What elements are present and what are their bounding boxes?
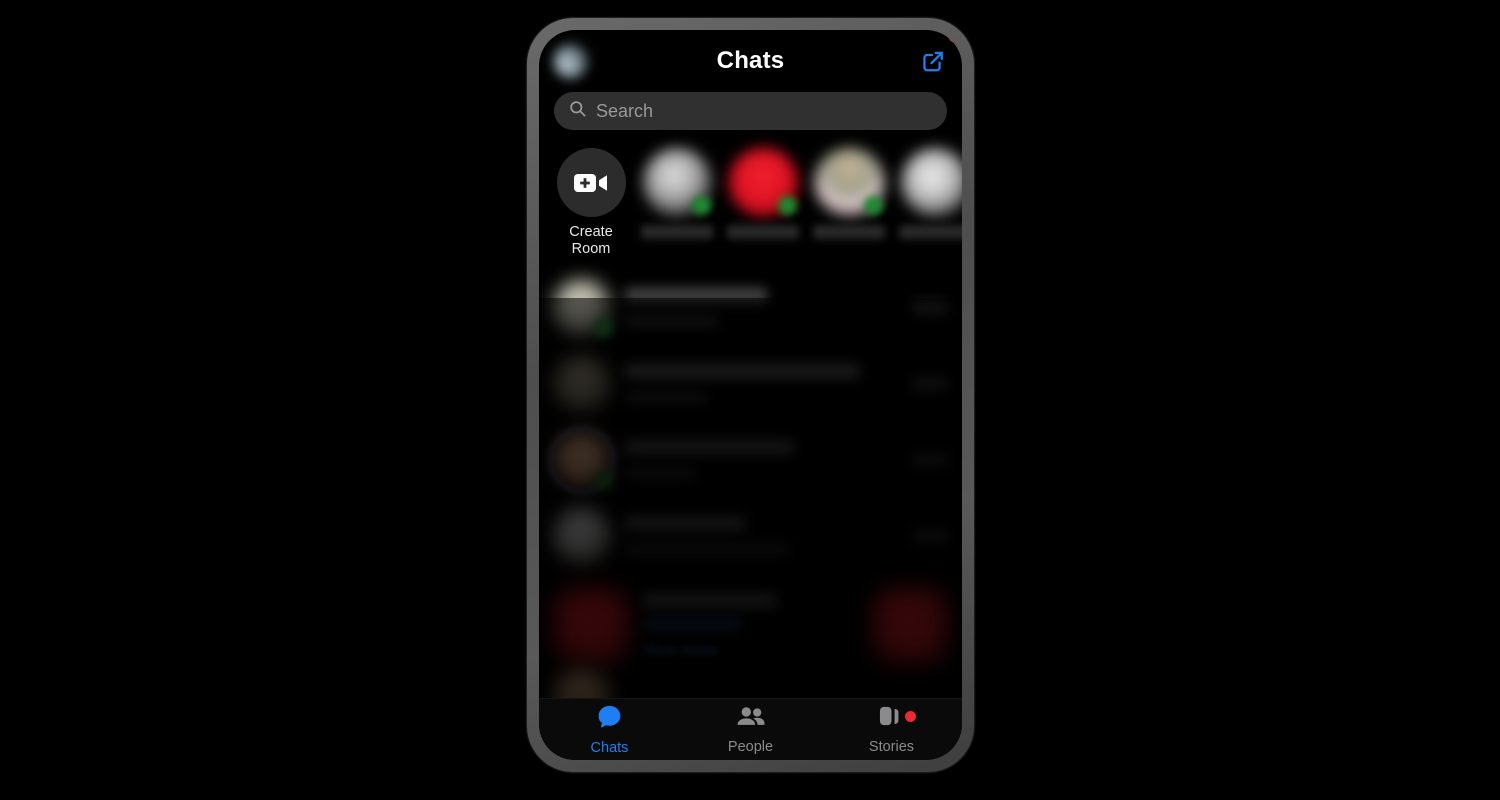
compose-icon[interactable] bbox=[916, 45, 948, 77]
chat-snippet bbox=[625, 391, 707, 405]
avatar bbox=[553, 507, 611, 566]
rooms-row[interactable]: Create Room bbox=[539, 130, 962, 264]
tab-stories[interactable]: Stories bbox=[821, 704, 962, 755]
contact-name bbox=[813, 225, 885, 239]
status-badge bbox=[905, 711, 916, 722]
promo-subtitle bbox=[643, 618, 742, 631]
avatar bbox=[553, 355, 611, 414]
tab-label: People bbox=[727, 738, 774, 755]
phone-screen: Chats Search Create Room View more Chats… bbox=[539, 30, 962, 760]
promo-thumbnail bbox=[553, 588, 629, 665]
tab-label: Chats bbox=[590, 740, 629, 756]
chat-name bbox=[625, 364, 860, 380]
online-indicator bbox=[863, 196, 883, 215]
tab-bar: Chats People Stories bbox=[539, 698, 962, 760]
page-title: Chats bbox=[716, 47, 785, 74]
stories-icon bbox=[878, 704, 905, 734]
chat-name bbox=[625, 516, 746, 532]
list-item[interactable] bbox=[539, 270, 962, 346]
contact-avatar bbox=[900, 148, 962, 217]
avatar bbox=[642, 148, 712, 217]
create-room-label-line1: Create bbox=[569, 224, 613, 240]
chat-avatar bbox=[553, 355, 611, 414]
active-contact[interactable] bbox=[813, 148, 885, 239]
chat-timestamp bbox=[912, 302, 948, 315]
list-item[interactable] bbox=[539, 422, 962, 498]
chat-text bbox=[625, 516, 898, 557]
chat-text bbox=[625, 364, 898, 405]
chat-timestamp bbox=[912, 454, 948, 467]
tab-chats[interactable]: Chats bbox=[539, 703, 680, 756]
list-item[interactable] bbox=[539, 498, 962, 574]
avatar bbox=[900, 148, 962, 217]
avatar bbox=[728, 148, 798, 217]
list-item[interactable] bbox=[539, 346, 962, 422]
profile-notification-badge bbox=[948, 30, 962, 43]
search-input[interactable]: Search bbox=[554, 92, 947, 130]
avatar bbox=[814, 148, 884, 217]
avatar bbox=[553, 279, 613, 338]
promo-thumbnail bbox=[872, 588, 948, 665]
online-indicator bbox=[691, 196, 711, 215]
view-more-link[interactable]: View more bbox=[643, 642, 858, 659]
chat-avatar bbox=[553, 507, 611, 566]
chat-name bbox=[625, 440, 795, 456]
online-indicator bbox=[777, 196, 797, 215]
chat-snippet bbox=[625, 543, 789, 557]
tab-people[interactable]: People bbox=[680, 705, 821, 755]
contact-name bbox=[641, 225, 713, 239]
screenshot-stage: Chats Search Create Room View more Chats… bbox=[0, 0, 1500, 800]
chat-snippet bbox=[625, 467, 696, 481]
search-section: Search bbox=[539, 92, 962, 130]
chat-timestamp bbox=[912, 378, 948, 391]
active-contact[interactable] bbox=[727, 148, 799, 239]
avatar bbox=[549, 427, 615, 494]
search-icon bbox=[568, 99, 587, 123]
create-room-label-line2: Room bbox=[571, 241, 611, 258]
app-header: Chats bbox=[539, 30, 962, 92]
video-plus-icon bbox=[556, 148, 626, 217]
chat-bubble-icon bbox=[596, 703, 623, 735]
online-indicator bbox=[595, 471, 613, 490]
create-room-label: Create Room bbox=[555, 224, 627, 258]
avatar[interactable] bbox=[553, 43, 589, 79]
people-icon bbox=[736, 705, 766, 734]
phone-frame: Chats Search Create Room View more Chats… bbox=[527, 18, 974, 772]
chat-name bbox=[625, 288, 767, 304]
active-contact[interactable] bbox=[899, 148, 962, 239]
chat-text bbox=[625, 440, 898, 481]
chat-snippet bbox=[625, 315, 718, 329]
chat-list[interactable]: View more bbox=[539, 264, 962, 728]
tab-label: Stories bbox=[868, 739, 915, 755]
search-placeholder: Search bbox=[596, 100, 654, 121]
chat-timestamp bbox=[912, 530, 948, 543]
create-room-button[interactable]: Create Room bbox=[555, 148, 627, 258]
active-contact[interactable] bbox=[641, 148, 713, 239]
contact-name bbox=[899, 225, 962, 239]
chat-text bbox=[625, 288, 898, 329]
contact-name bbox=[727, 225, 799, 239]
promo-text: View more bbox=[643, 593, 858, 659]
online-indicator bbox=[595, 319, 613, 338]
promo-title bbox=[643, 593, 777, 609]
promo-card[interactable]: View more bbox=[539, 574, 962, 678]
